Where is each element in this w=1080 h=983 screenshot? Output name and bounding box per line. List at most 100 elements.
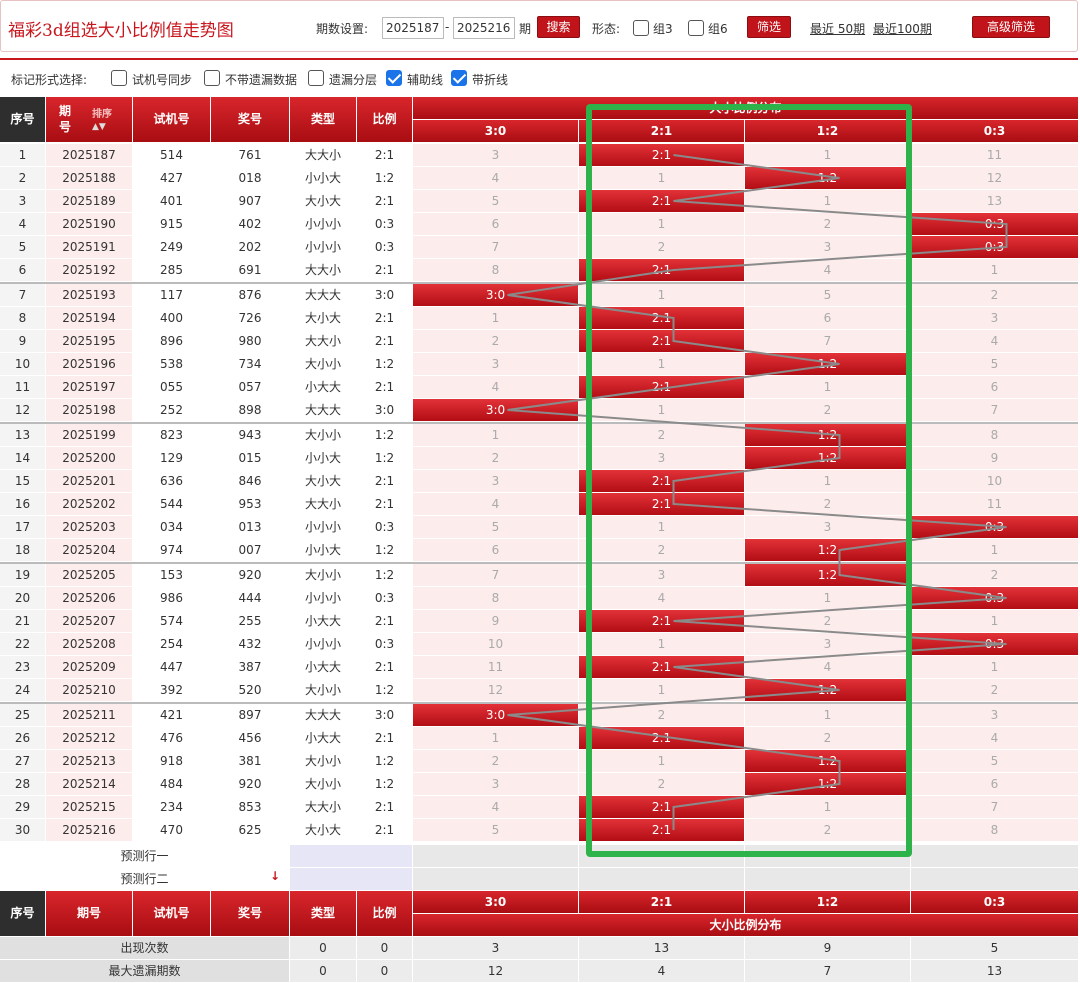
predict-cell[interactable] [413, 845, 578, 867]
predict-cell[interactable] [745, 868, 910, 890]
cell-ratio-2: 1 [745, 470, 910, 492]
period-from-input[interactable] [382, 17, 444, 39]
footer-prize: 奖号 [211, 891, 289, 936]
predict-cell[interactable] [579, 845, 744, 867]
recent-100-link[interactable]: 最近100期 [873, 20, 932, 37]
cell-trial: 254 [133, 633, 210, 655]
cell-ratio: 1:2 [357, 447, 412, 469]
cell-prize: 876 [211, 284, 289, 306]
cell-trial: 153 [133, 564, 210, 586]
cell-seq: 17 [0, 516, 45, 538]
cell-trial: 249 [133, 236, 210, 258]
cell-ratio-2: 1 [745, 587, 910, 609]
cell-trial: 974 [133, 539, 210, 561]
filter-button[interactable]: 筛选 [747, 16, 791, 38]
cell-ratio-3: 0:3 [911, 516, 1078, 538]
group6-checkbox[interactable] [688, 20, 704, 36]
header-ratio-3: 0:3 [911, 120, 1078, 142]
cell-ratio-3: 0:3 [911, 633, 1078, 655]
cell-type: 小大大 [290, 610, 356, 632]
recent-50-link[interactable]: 最近 50期 [810, 20, 865, 37]
stat-value: 9 [745, 937, 910, 959]
cell-seq: 23 [0, 656, 45, 678]
cell-ratio-1: 2 [579, 773, 744, 795]
option-polyline-checkbox[interactable] [451, 70, 467, 86]
cell-period: 2025190 [46, 213, 132, 235]
cell-period: 2025192 [46, 259, 132, 281]
cell-ratio-1: 2 [579, 236, 744, 258]
cell-ratio-2: 1:2 [745, 353, 910, 375]
option-guide-line-checkbox[interactable] [386, 70, 402, 86]
option-no-omission-checkbox[interactable] [204, 70, 220, 86]
stat-value: 13 [579, 937, 744, 959]
cell-ratio-2: 2 [745, 819, 910, 841]
group3-label: 组3 [653, 22, 673, 36]
cell-ratio-1: 2:1 [579, 610, 744, 632]
footer-ratio: 比例 [357, 891, 412, 936]
cell-ratio-2: 1:2 [745, 424, 910, 446]
cell-seq: 8 [0, 307, 45, 329]
predict-cell[interactable] [579, 868, 744, 890]
header-ratio-0: 3:0 [413, 120, 578, 142]
cell-type: 小大大 [290, 727, 356, 749]
period-to-input[interactable] [453, 17, 515, 39]
predict-download-icon[interactable]: ↓ [270, 869, 280, 883]
predict-cell[interactable] [413, 868, 578, 890]
cell-period: 2025188 [46, 167, 132, 189]
cell-ratio-3: 1 [911, 610, 1078, 632]
predict-input-1[interactable] [290, 868, 412, 890]
cell-trial: 234 [133, 796, 210, 818]
option-trial-sync-checkbox[interactable] [111, 70, 127, 86]
search-button[interactable]: 搜索 [537, 16, 580, 38]
option-no-omission-label: 不带遗漏数据 [225, 73, 298, 87]
cell-prize: 920 [211, 773, 289, 795]
cell-ratio-0: 3:0 [413, 284, 578, 306]
cell-ratio-0: 4 [413, 493, 578, 515]
cell-ratio: 0:3 [357, 587, 412, 609]
cell-trial: 986 [133, 587, 210, 609]
footer-ratio-3: 0:3 [911, 891, 1078, 913]
cell-ratio: 2:1 [357, 470, 412, 492]
cell-ratio-1: 2 [579, 704, 744, 726]
cell-seq: 30 [0, 819, 45, 841]
cell-seq: 22 [0, 633, 45, 655]
cell-period: 2025189 [46, 190, 132, 212]
predict-input-0[interactable] [290, 845, 412, 867]
cell-period: 2025213 [46, 750, 132, 772]
cell-ratio-3: 2 [911, 564, 1078, 586]
cell-type: 大小大 [290, 819, 356, 841]
cell-prize: 057 [211, 376, 289, 398]
cell-ratio-2: 1:2 [745, 750, 910, 772]
cell-ratio-1: 1 [579, 679, 744, 701]
group3-checkbox[interactable] [633, 20, 649, 36]
cell-ratio-0: 9 [413, 610, 578, 632]
cell-ratio-0: 8 [413, 259, 578, 281]
stat-type: 0 [290, 960, 356, 982]
predict-cell[interactable] [911, 845, 1078, 867]
cell-ratio-1: 1 [579, 284, 744, 306]
cell-prize: 625 [211, 819, 289, 841]
option-omission-layer-checkbox[interactable] [308, 70, 324, 86]
footer-trial: 试机号 [133, 891, 210, 936]
cell-ratio: 0:3 [357, 236, 412, 258]
form-label: 形态: [592, 22, 621, 36]
cell-trial: 252 [133, 399, 210, 421]
cell-prize: 202 [211, 236, 289, 258]
cell-type: 小小大 [290, 167, 356, 189]
sort-arrows-icon[interactable]: ▲▼ [92, 119, 106, 135]
footer-ratio-0: 3:0 [413, 891, 578, 913]
cell-ratio: 1:2 [357, 773, 412, 795]
cell-ratio-2: 1 [745, 704, 910, 726]
cell-seq: 28 [0, 773, 45, 795]
cell-prize: 402 [211, 213, 289, 235]
advanced-filter-button[interactable]: 高级筛选 [972, 16, 1050, 38]
cell-trial: 129 [133, 447, 210, 469]
cell-ratio: 3:0 [357, 399, 412, 421]
cell-ratio-3: 5 [911, 353, 1078, 375]
cell-seq: 10 [0, 353, 45, 375]
footer-period: 期号 [46, 891, 132, 936]
predict-cell[interactable] [911, 868, 1078, 890]
predict-cell[interactable] [745, 845, 910, 867]
cell-prize: 761 [211, 144, 289, 166]
cell-ratio: 3:0 [357, 704, 412, 726]
